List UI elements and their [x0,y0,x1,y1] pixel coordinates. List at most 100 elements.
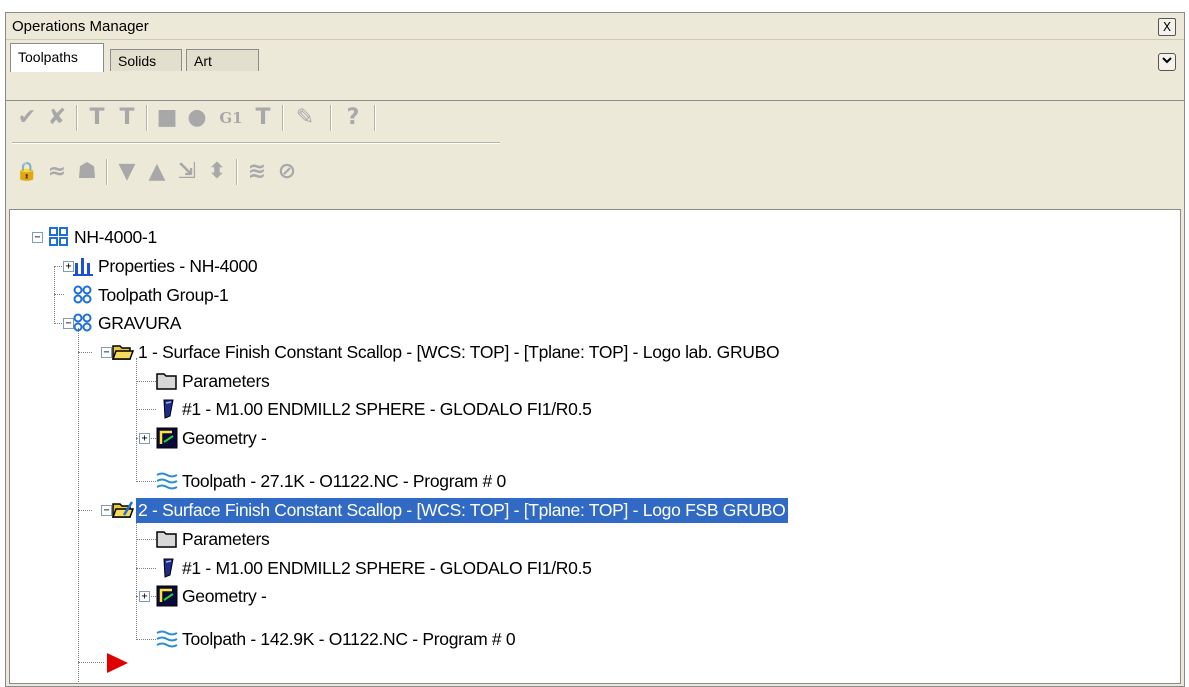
toolpath-wave-icon [156,472,178,490]
open-folder-icon [112,345,134,360]
toolbar-row-1: ✔ ✘ T T ■ ● G1 T ✎ ? [12,103,492,137]
tree-node-op1-toolpath[interactable]: Toolpath - 27.1K - O1122.NC - Program # … [156,467,506,495]
tree-node-label: Toolpath - 142.9K - O1122.NC - Program #… [182,629,516,649]
tree-node-label: 2 - Surface Finish Constant Scallop - [W… [136,498,789,523]
toolbar-separator [106,159,108,185]
tab-strip: Toolpaths Solids Art [6,43,1184,101]
tree-node-label: #1 - M1.00 ENDMILL2 SPHERE - GLODALO FI1… [182,558,592,578]
operations-manager-window: Operations Manager X Toolpaths Solids Ar… [5,12,1185,687]
geometry-icon [156,427,178,449]
tab-art[interactable]: Art [186,49,259,71]
move-up-icon[interactable]: ▲ [142,157,172,187]
tree-node-op1-tool[interactable]: #1 - M1.00 ENDMILL2 SPHERE - GLODALO FI1… [156,395,592,423]
single-display-icon[interactable]: ≋ [242,157,272,187]
toolpath-wave-icon [156,630,178,648]
parameters-folder-icon [156,531,177,548]
expand-op1-geometry-toggle[interactable]: + [139,433,150,444]
toolpath-group-icon [73,285,92,304]
tab-solids[interactable]: Solids [110,49,182,71]
tree-node-operation-1[interactable]: 1 - Surface Finish Constant Scallop - [W… [112,338,780,366]
open-folder-edited-icon [112,501,134,518]
tab-divider [6,100,1184,101]
operations-tree: − + − − + − + NH-4000-1 Properties - NH-… [9,209,1181,684]
expand-op2-geometry-toggle[interactable]: + [139,591,150,602]
tree-node-label: Toolpath - 27.1K - O1122.NC - Program # … [182,471,506,491]
tree-node-op2-geometry[interactable]: Geometry - [156,582,267,610]
tree-node-label: NH-4000-1 [74,227,157,247]
toolbar-separator [236,159,238,185]
tree-connector [78,662,104,663]
toolbar-row-2: 🔒 ≈ ☗ ▼ ▲ ⇲ ⬍ ≋ ⊘ [12,157,492,191]
select-dirty-ops-icon[interactable]: ✘ [42,103,72,133]
show-associated-icon[interactable]: ⊘ [272,157,302,187]
tree-node-label: Parameters [182,371,270,391]
insert-after-icon[interactable]: ⇲ [172,157,202,187]
tree-node-label: Properties - NH-4000 [98,256,258,276]
toggle-posting-icon[interactable]: ☗ [72,157,102,187]
parameters-folder-icon [156,373,177,390]
tree-node-root[interactable]: NH-4000-1 [48,223,157,251]
insert-arrow-icon[interactable] [104,651,130,675]
tree-node-op2-toolpath[interactable]: Toolpath - 142.9K - O1122.NC - Program #… [156,625,516,653]
toolbar-separator [146,105,148,131]
tree-node-label: Geometry - [182,586,267,606]
backplot-icon[interactable]: ■ [152,103,182,133]
tree-connector [136,568,156,569]
properties-icon [73,258,93,276]
tree-node-gravura[interactable]: GRAVURA [72,309,181,337]
collapse-op1-toggle[interactable]: − [101,347,112,358]
tree-connector [78,510,92,511]
tree-connector [78,352,92,353]
tree-node-op2-parameters[interactable]: Parameters [156,525,270,553]
regenerate-selected-icon[interactable]: T [82,103,112,133]
tree-connector [54,266,55,324]
lock-icon[interactable]: 🔒 [12,157,42,187]
tab-toolpaths[interactable]: Toolpaths [10,43,104,72]
tree-connector [136,516,137,640]
tree-connector [136,381,156,382]
tree-node-label: Toolpath Group-1 [98,285,229,305]
title-bar: Operations Manager X [6,13,1184,40]
tree-node-label: #1 - M1.00 ENDMILL2 SPHERE - GLODALO FI1… [182,399,592,419]
toolbar-separator [330,105,332,131]
tool-icon [163,399,174,419]
machine-group-icon [49,227,68,246]
chevron-down-icon [1162,57,1172,64]
collapse-root-toggle[interactable]: − [32,232,43,243]
toolbar-divider [12,142,500,144]
tree-connector [78,328,79,682]
toggle-display-icon[interactable]: ≈ [42,157,72,187]
move-down-icon[interactable]: ▼ [112,157,142,187]
scroll-icon[interactable]: ⬍ [202,157,232,187]
g1-post-icon[interactable]: G1 [216,103,246,133]
geometry-icon [156,585,178,607]
collapse-op2-toggle[interactable]: − [101,505,112,516]
tree-node-operation-2[interactable]: 2 - Surface Finish Constant Scallop - [W… [112,496,789,524]
toolpath-group-icon [73,313,92,332]
window-title: Operations Manager [12,18,149,35]
tree-node-properties[interactable]: Properties - NH-4000 [72,252,258,280]
tree-node-label: Parameters [182,529,270,549]
high-feed-icon[interactable]: ✎ [290,103,320,133]
panel-menu-button[interactable] [1158,53,1176,71]
tree-connector [136,539,156,540]
tree-node-op2-tool[interactable]: #1 - M1.00 ENDMILL2 SPHERE - GLODALO FI1… [156,554,592,582]
tree-connector [136,409,156,410]
tree-node-toolpath-group-1[interactable]: Toolpath Group-1 [72,281,229,309]
select-all-ops-icon[interactable]: ✔ [12,103,42,133]
verify-icon[interactable]: ● [182,103,212,133]
post-selected-icon[interactable]: T [248,103,278,133]
regenerate-dirty-icon[interactable]: T [112,103,142,133]
tree-connector [54,294,64,295]
toolbar-separator [282,105,284,131]
tree-node-op1-geometry[interactable]: Geometry - [156,424,267,452]
toolbar-separator [374,105,376,131]
help-icon[interactable]: ? [338,103,368,133]
close-button[interactable]: X [1158,18,1176,36]
tree-node-label: GRAVURA [98,313,182,333]
tree-connector [136,639,156,640]
tree-connector [136,358,137,482]
tree-node-op1-parameters[interactable]: Parameters [156,367,270,395]
tree-node-label: 1 - Surface Finish Constant Scallop - [W… [138,342,780,362]
toolbar-separator [76,105,78,131]
